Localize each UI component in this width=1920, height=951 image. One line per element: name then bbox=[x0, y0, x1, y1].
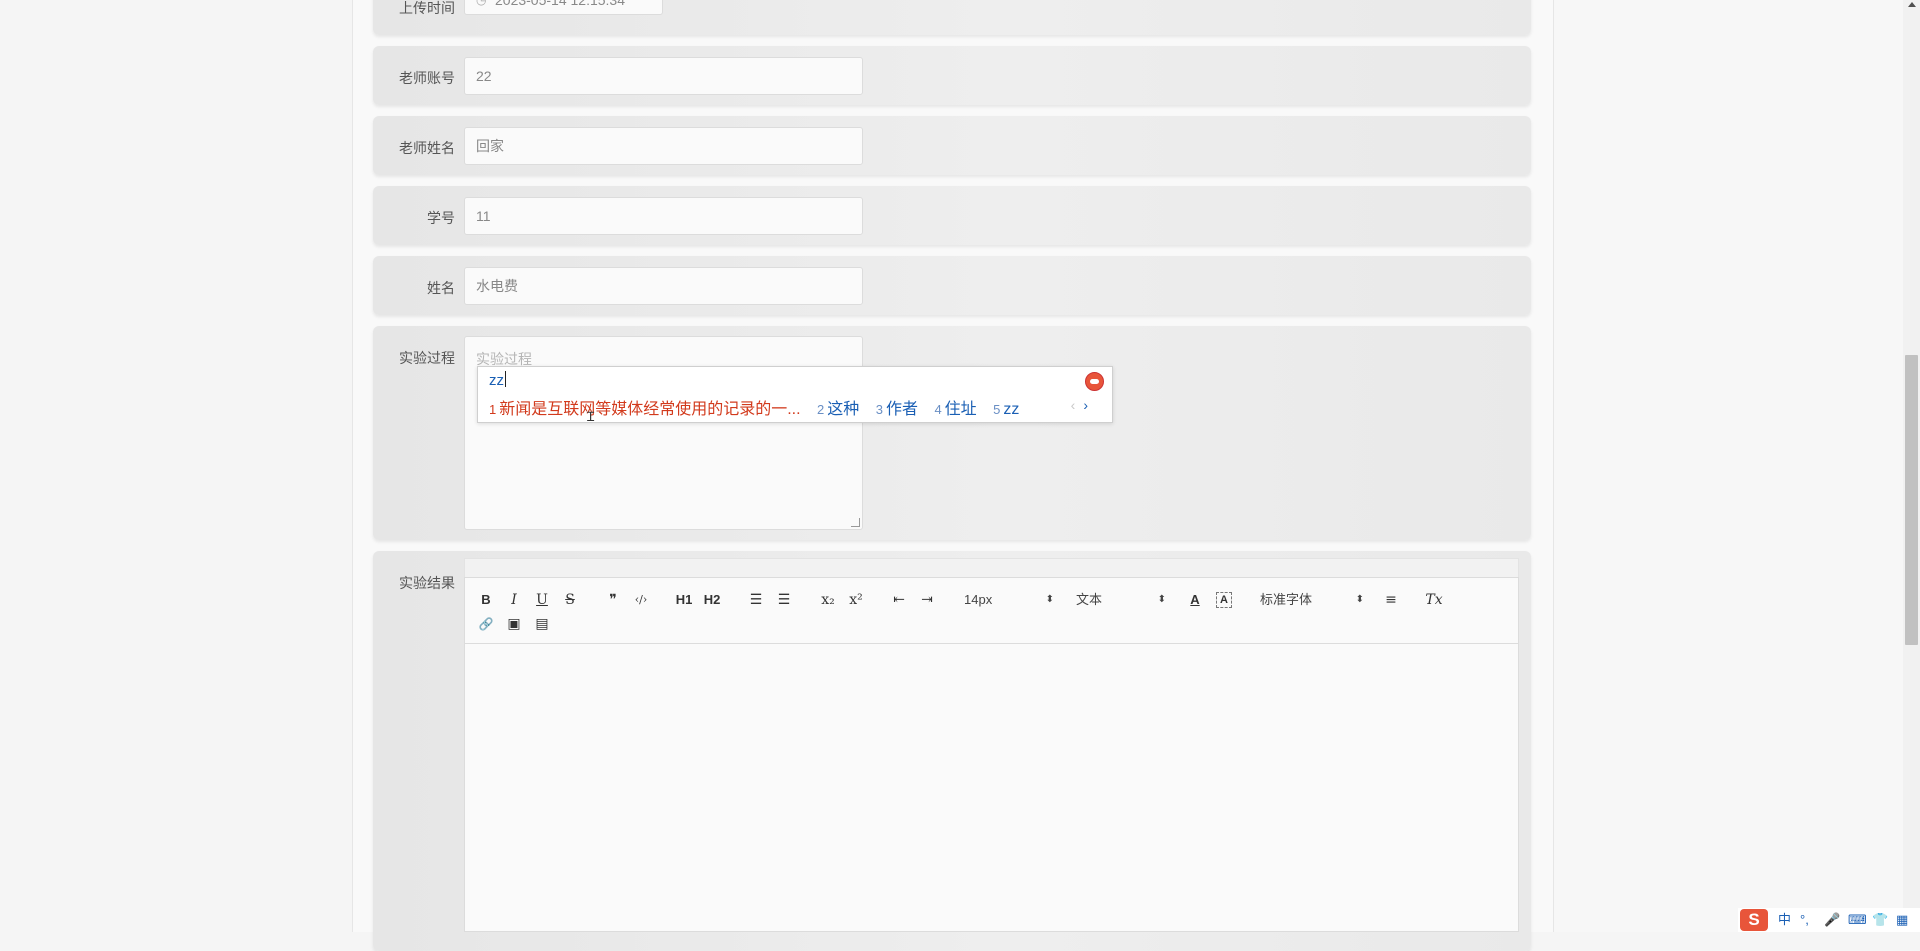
form-row-process: 实验过程 实验过程 bbox=[373, 326, 1531, 540]
ime-pager: ‹ › bbox=[1071, 397, 1088, 413]
candidate-text: 作者 bbox=[885, 401, 918, 418]
text-caret bbox=[505, 371, 506, 387]
field-label: 姓名 bbox=[427, 280, 455, 296]
candidate-text: 新闻是互联网等媒体经常使用的记录的一... bbox=[499, 401, 801, 418]
ime-skin-icon[interactable] bbox=[1085, 372, 1104, 391]
rich-text-editor[interactable]: B I U S ❞ ‹/› H1 H2 ☰ ☰ x₂ x² ⇤ ⇥ 14px ⬍… bbox=[464, 577, 1519, 932]
candidate-text: 这种 bbox=[827, 401, 860, 418]
background-color-icon[interactable]: A bbox=[1216, 592, 1232, 608]
clock-icon: ◷ bbox=[476, 0, 487, 7]
editor-top-strip bbox=[464, 558, 1519, 578]
header-select[interactable]: 文本 ⬍ bbox=[1076, 590, 1166, 610]
prev-page-icon[interactable]: ‹ bbox=[1071, 397, 1076, 413]
subscript-icon[interactable]: x₂ bbox=[817, 590, 839, 610]
upload-time-value: 2023-05-14 12:15:34 bbox=[495, 0, 625, 8]
upload-time-input[interactable]: ◷ 2023-05-14 12:15:34 bbox=[464, 0, 663, 15]
skin-icon[interactable]: 👕 bbox=[1872, 908, 1888, 932]
header2-icon[interactable]: H2 bbox=[701, 590, 723, 610]
ime-tray: S 中 °, 🎤 ⌨ 👕 ▦ bbox=[1738, 908, 1920, 932]
superscript-icon[interactable]: x² bbox=[845, 590, 867, 610]
field-label: 学号 bbox=[427, 210, 455, 226]
form-row-teacher-name: 老师姓名 回家 bbox=[373, 116, 1531, 175]
ime-composition-text: zz bbox=[489, 372, 504, 389]
font-family-value: 标准字体 bbox=[1260, 592, 1313, 607]
scroll-up-arrow-icon[interactable] bbox=[1908, 2, 1916, 7]
bullet-list-icon[interactable]: ☰ bbox=[773, 590, 795, 610]
name-input[interactable]: 水电费 bbox=[464, 267, 863, 305]
ime-candidate[interactable]: 5 zz bbox=[993, 401, 1019, 419]
ime-candidate[interactable]: 2 这种 bbox=[817, 395, 859, 419]
text-cursor-icon: Ɪ bbox=[587, 409, 595, 424]
candidate-number: 1 bbox=[489, 402, 497, 417]
text-color-icon[interactable]: A bbox=[1184, 590, 1206, 610]
code-block-icon[interactable]: ‹/› bbox=[630, 590, 652, 610]
field-label: 老师账号 bbox=[399, 70, 455, 86]
underline-icon[interactable]: U bbox=[531, 590, 553, 610]
ime-candidate[interactable]: 3 作者 bbox=[876, 395, 918, 419]
page-background bbox=[1552, 0, 1920, 932]
outdent-icon[interactable]: ⇤ bbox=[888, 590, 910, 610]
link-icon[interactable]: 🔗 bbox=[475, 614, 497, 634]
field-label: 老师姓名 bbox=[399, 140, 455, 156]
candidate-text: 住址 bbox=[944, 401, 977, 418]
microphone-icon[interactable]: 🎤 bbox=[1824, 908, 1840, 932]
next-page-icon[interactable]: › bbox=[1083, 397, 1088, 413]
font-size-value: 14px bbox=[964, 592, 993, 607]
font-family-select[interactable]: 标准字体 ⬍ bbox=[1260, 590, 1364, 610]
video-icon[interactable]: ▤ bbox=[531, 614, 553, 634]
candidate-number: 4 bbox=[934, 402, 942, 417]
field-label: 实验过程 bbox=[399, 350, 455, 366]
candidate-number: 2 bbox=[817, 402, 825, 417]
ime-candidate[interactable]: 1 新闻是互联网等媒体经常使用的记录的一... bbox=[489, 395, 801, 419]
candidate-number: 5 bbox=[993, 402, 1001, 417]
teacher-account-input[interactable]: 22 bbox=[464, 57, 863, 95]
header1-icon[interactable]: H1 bbox=[673, 590, 695, 610]
keyboard-icon[interactable]: ⌨ bbox=[1848, 908, 1867, 932]
page-scrollbar[interactable] bbox=[1903, 0, 1920, 932]
editor-toolbar: B I U S ❞ ‹/› H1 H2 ☰ ☰ x₂ x² ⇤ ⇥ 14px ⬍… bbox=[465, 578, 1518, 644]
field-label: 上传时间 bbox=[399, 0, 455, 16]
form-row-name: 姓名 水电费 bbox=[373, 256, 1531, 315]
candidate-number: 3 bbox=[875, 402, 883, 417]
form-row-teacher-account: 老师账号 22 bbox=[373, 46, 1531, 105]
ime-candidate-list: 1 新闻是互联网等媒体经常使用的记录的一... 2 这种 3 作者 4 住址 5 zz bbox=[489, 395, 1031, 419]
select-arrow-icon: ⬍ bbox=[1157, 594, 1166, 605]
select-arrow-icon: ⬍ bbox=[1045, 594, 1054, 605]
punctuation-toggle[interactable]: °, bbox=[1800, 908, 1809, 932]
sogou-logo-icon[interactable]: S bbox=[1740, 909, 1768, 931]
bold-icon[interactable]: B bbox=[475, 590, 497, 610]
align-icon[interactable]: ≡ bbox=[1380, 590, 1402, 610]
resize-handle[interactable] bbox=[851, 518, 860, 527]
student-id-input[interactable]: 11 bbox=[464, 197, 863, 235]
font-size-select[interactable]: 14px ⬍ bbox=[964, 590, 1054, 610]
lang-toggle[interactable]: 中 bbox=[1778, 908, 1791, 932]
strike-icon[interactable]: S bbox=[559, 590, 581, 610]
scrollbar-thumb[interactable] bbox=[1905, 355, 1918, 645]
blockquote-icon[interactable]: ❞ bbox=[602, 590, 624, 610]
field-label: 实验结果 bbox=[399, 575, 455, 591]
teacher-name-input[interactable]: 回家 bbox=[464, 127, 863, 165]
candidate-text: zz bbox=[1003, 401, 1020, 418]
ime-candidate-popup: zz 1 新闻是互联网等媒体经常使用的记录的一... 2 这种 3 作者 4 住址 5z… bbox=[477, 366, 1113, 423]
form-row-student-id: 学号 11 bbox=[373, 186, 1531, 245]
form-row-upload-time: 上传时间 ◷ 2023-05-14 12:15:34 bbox=[373, 0, 1531, 35]
select-arrow-icon: ⬍ bbox=[1355, 594, 1364, 605]
ordered-list-icon[interactable]: ☰ bbox=[745, 590, 767, 610]
toolbox-icon[interactable]: ▦ bbox=[1896, 908, 1908, 932]
indent-icon[interactable]: ⇥ bbox=[916, 590, 938, 610]
header-value: 文本 bbox=[1076, 592, 1103, 607]
image-icon[interactable]: ▣ bbox=[503, 614, 525, 634]
italic-icon[interactable]: I bbox=[503, 590, 525, 610]
clean-format-icon[interactable]: Tx bbox=[1423, 590, 1445, 610]
ime-composition: zz bbox=[489, 371, 506, 389]
ime-candidate[interactable]: 4 住址 bbox=[934, 395, 976, 419]
